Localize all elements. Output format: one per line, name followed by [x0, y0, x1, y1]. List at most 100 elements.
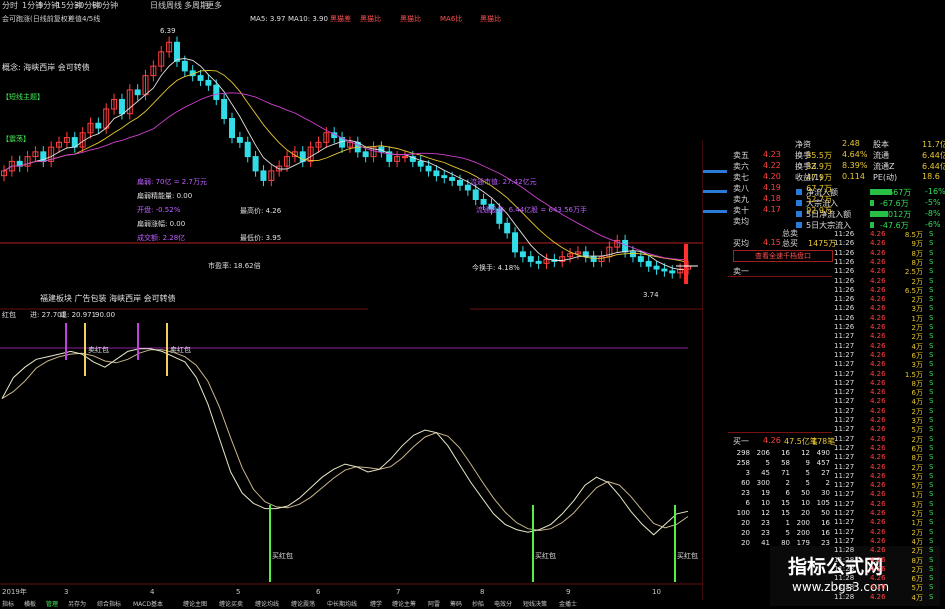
candle-body	[590, 256, 597, 262]
bottom-tab: 另存为	[68, 600, 86, 608]
queue-cell: 71	[781, 469, 790, 477]
queue-cell: 206	[756, 449, 770, 457]
tick-side: S	[929, 285, 934, 294]
indicator-slow-line	[1, 349, 689, 532]
bottom-tab: 电效分	[494, 600, 512, 608]
stat-value: 18.6	[922, 172, 940, 181]
tick-time: 11:27	[834, 397, 855, 406]
ask-volume: 67.7万	[806, 184, 832, 193]
bottom-tab: 缠论买卖	[219, 600, 243, 608]
bottom-tab: 管理	[46, 600, 58, 608]
candle-body	[134, 89, 141, 96]
bottom-tab: 阿雷	[428, 600, 440, 608]
tick-side: S	[929, 257, 934, 266]
tick-time: 11:26	[834, 285, 855, 294]
queue-cell: 3	[745, 469, 750, 477]
queue-cell: 80	[781, 539, 790, 547]
bottom-tab: 缠论主图	[183, 600, 207, 608]
queue-cell: 179	[796, 539, 810, 547]
queue-cell: 490	[816, 449, 830, 457]
queue-cell: 457	[816, 459, 830, 467]
turnover-label: 今换手: 4.18%	[472, 263, 520, 272]
indicator-value: 90.00	[95, 311, 115, 319]
tick-side: S	[929, 323, 934, 331]
ask-label: 卖七	[733, 173, 749, 182]
tag-label: 【震荡】	[2, 134, 30, 143]
queue-cell: 9	[805, 459, 810, 467]
tag-label: 【短线主题】	[2, 92, 44, 101]
candle-body	[653, 265, 660, 270]
candle-body	[433, 170, 440, 177]
redaction-block	[368, 290, 470, 319]
avg-buy-label: 买均	[733, 239, 749, 248]
candle-body	[197, 75, 204, 81]
candle-body	[441, 175, 448, 179]
queue-cell: 105	[816, 499, 830, 507]
tick-side: S	[929, 425, 934, 434]
xaxis-label: 10	[652, 588, 661, 596]
depth-notice-button[interactable]: 查看全速千档盘口	[733, 250, 833, 262]
tick-price: 4.26	[870, 332, 886, 341]
ask-label: 卖十	[733, 206, 749, 215]
candle-body	[637, 256, 644, 262]
tick-price: 4.26	[870, 481, 886, 490]
current-price-bar	[684, 244, 688, 284]
tick-time: 11:27	[834, 360, 855, 369]
buy-signal-label: 买红包	[677, 551, 698, 560]
tick-time: 11:28	[834, 546, 855, 555]
candle-body	[457, 179, 463, 186]
candle-body	[622, 239, 629, 253]
tick-price: 4.26	[870, 490, 886, 499]
candle-body	[519, 251, 526, 258]
ask-label: 卖五	[733, 151, 749, 160]
queue-cell: 1	[785, 519, 790, 527]
bottom-tab: 中长期均线	[327, 600, 357, 608]
tick-time: 11:27	[834, 388, 855, 397]
tick-price: 4.26	[870, 230, 886, 238]
tick-price: 4.26	[870, 536, 886, 545]
queue-cell: 200	[796, 529, 810, 537]
queue-cell: 5	[765, 459, 770, 467]
candle-body	[252, 156, 259, 172]
flow-pct: -6%	[925, 220, 941, 229]
candle-body	[260, 170, 267, 181]
queue-cell: 5	[805, 479, 810, 487]
tick-price: 4.26	[870, 546, 886, 555]
flow-bar	[870, 222, 874, 228]
tick-time: 11:27	[834, 481, 855, 490]
tick-side: S	[929, 388, 934, 397]
tick-time: 11:27	[834, 453, 855, 462]
queue-cell: 10	[801, 499, 810, 507]
tick-time: 11:28	[834, 592, 855, 601]
xaxis-label: 9	[566, 588, 570, 596]
ask-volume: 52.7万	[806, 195, 832, 204]
queue-cell: 6	[785, 489, 790, 497]
tick-price: 4.26	[870, 499, 886, 508]
candle-body	[480, 198, 487, 205]
queue-cell: 45	[761, 469, 770, 477]
sector-label: 福建板块 广告包装 海峡西岸 会可转债	[40, 293, 176, 303]
tick-price: 4.26	[870, 313, 886, 322]
tick-side: S	[929, 518, 934, 527]
total-buy-volume: 1475万	[808, 239, 837, 248]
flow-pct: -5%	[925, 198, 941, 207]
flow-pct: -8%	[925, 209, 941, 218]
tick-time: 11:27	[834, 518, 855, 527]
avg-sell-label: 卖均	[733, 217, 749, 226]
float-cap-label: 流通市值: 27.42亿元	[470, 177, 537, 186]
tick-side: S	[929, 360, 934, 369]
queue-cell: 15	[781, 509, 790, 517]
bottom-tab: 综合指标	[97, 600, 121, 608]
ask-volume: 33.9万	[806, 162, 832, 171]
bottom-tab: 筹码	[450, 600, 462, 608]
stat-value: 4.64%	[842, 150, 868, 159]
tick-price: 4.26	[870, 248, 886, 257]
candle-body	[504, 222, 511, 234]
tick-side: S	[929, 406, 934, 415]
candle-body	[669, 270, 676, 274]
tick-price: 4.26	[870, 378, 886, 387]
queue-cell: 19	[761, 489, 770, 497]
queue-cell: 23	[741, 489, 750, 497]
tick-side: S	[929, 276, 934, 285]
info-line: 扁弱: 70亿 = 2.7万元	[137, 177, 207, 186]
